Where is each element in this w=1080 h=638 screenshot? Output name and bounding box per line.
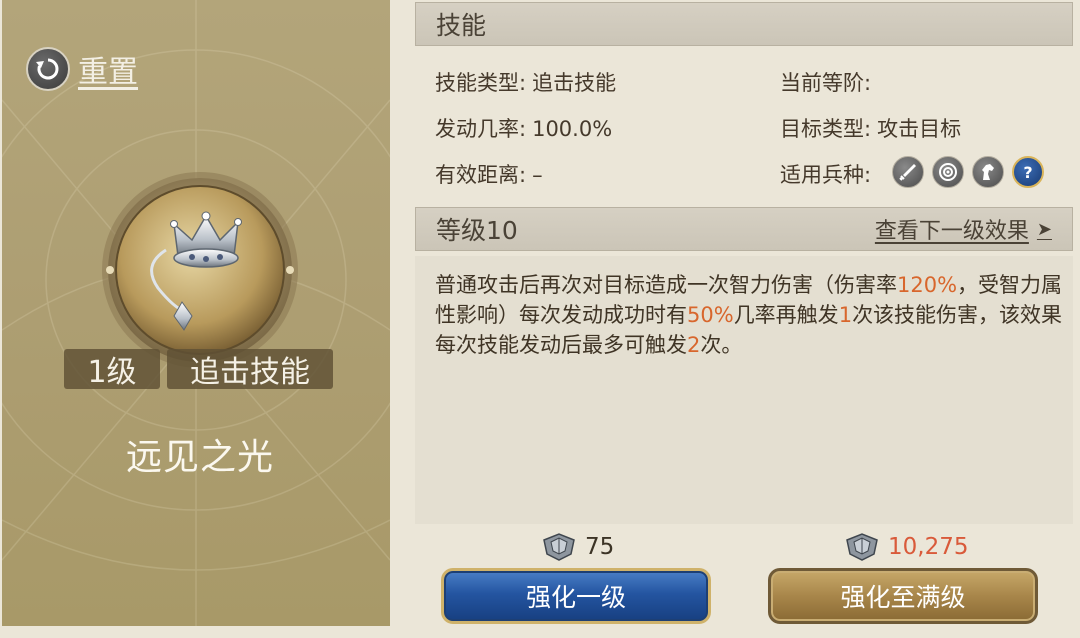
info-label: 发动几率: [435, 117, 527, 141]
info-trigger-rate: 发动几率: 100.0% [435, 113, 612, 143]
skill-book-icon [543, 533, 575, 561]
info-label: 当前等阶: [780, 71, 872, 95]
info-label: 目标类型: [780, 117, 872, 141]
info-troop-type: 适用兵种: [780, 159, 871, 189]
info-label: 适用兵种: [780, 163, 872, 187]
skill-type-badge: 追击技能 [167, 349, 333, 390]
bow-target-icon [932, 156, 964, 188]
info-skill-type: 技能类型: 追击技能 [435, 67, 616, 97]
desc-highlight: 120% [897, 273, 958, 297]
skill-name: 远见之光 [125, 437, 274, 478]
reset-label: 重置 [78, 55, 138, 90]
troop-icons: ? [892, 156, 1044, 188]
info-current-tier: 当前等阶: [780, 67, 877, 97]
upgrade-max-label: 强化至满级 [840, 583, 966, 612]
desc-highlight: 1 [838, 303, 853, 327]
info-target-type: 目标类型: 攻击目标 [780, 113, 961, 143]
desc-highlight: 2 [687, 333, 701, 357]
upgrade-max-button[interactable]: 强化至满级 [768, 568, 1038, 624]
chevron-right-icon: ➤ [1036, 218, 1052, 240]
horse-icon [972, 156, 1004, 188]
desc-text: 几率再触发 [733, 303, 839, 327]
level-section-header: 等级10 查看下一级效果 ➤ [415, 207, 1073, 251]
next-level-label: 查看下一级效果 [874, 219, 1029, 244]
skill-section-header: 技能 [415, 2, 1073, 46]
skill-section-title: 技能 [436, 11, 487, 40]
cost-value: 10,275 [888, 534, 969, 560]
skill-card-panel: 重置 1级 追击技能 远见之光 [2, 0, 390, 626]
info-label: 有效距离: [435, 163, 527, 187]
level-title: 等级10 [436, 216, 518, 245]
skill-description: 普通攻击后再次对目标造成一次智力伤害（伤害率120%，受智力属性影响）每次发动成… [435, 270, 1065, 360]
sword-icon [892, 156, 924, 188]
upgrade-one-button[interactable]: 强化一级 [441, 568, 711, 624]
info-value: 100.0% [532, 117, 613, 141]
desc-text: 普通攻击后再次对目标造成一次智力伤害（伤害率 [435, 273, 897, 297]
question-icon[interactable]: ? [1012, 156, 1044, 188]
upgrade-max-cost: 10,275 [844, 530, 968, 564]
reset-icon [26, 47, 70, 91]
reset-button[interactable]: 重置 [26, 46, 138, 92]
info-value: 攻击目标 [877, 117, 962, 141]
skill-level-badge: 1级 [64, 349, 160, 390]
skill-medallion [100, 170, 300, 370]
info-label: 技能类型: [435, 71, 527, 95]
info-value: 追击技能 [532, 71, 617, 95]
info-range: 有效距离: – [435, 159, 543, 189]
crown-icon [102, 172, 298, 368]
cost-value: 75 [585, 534, 615, 560]
desc-highlight: 50% [687, 303, 734, 327]
desc-text: 次。 [700, 333, 743, 357]
svg-text:?: ? [1023, 163, 1032, 182]
upgrade-one-cost: 75 [541, 530, 614, 564]
next-level-link[interactable]: 查看下一级效果 ➤ [875, 213, 1052, 245]
skill-book-icon [846, 533, 878, 561]
bottom-divider [0, 626, 1080, 638]
upgrade-one-label: 强化一级 [525, 583, 626, 612]
info-value: – [532, 163, 543, 187]
